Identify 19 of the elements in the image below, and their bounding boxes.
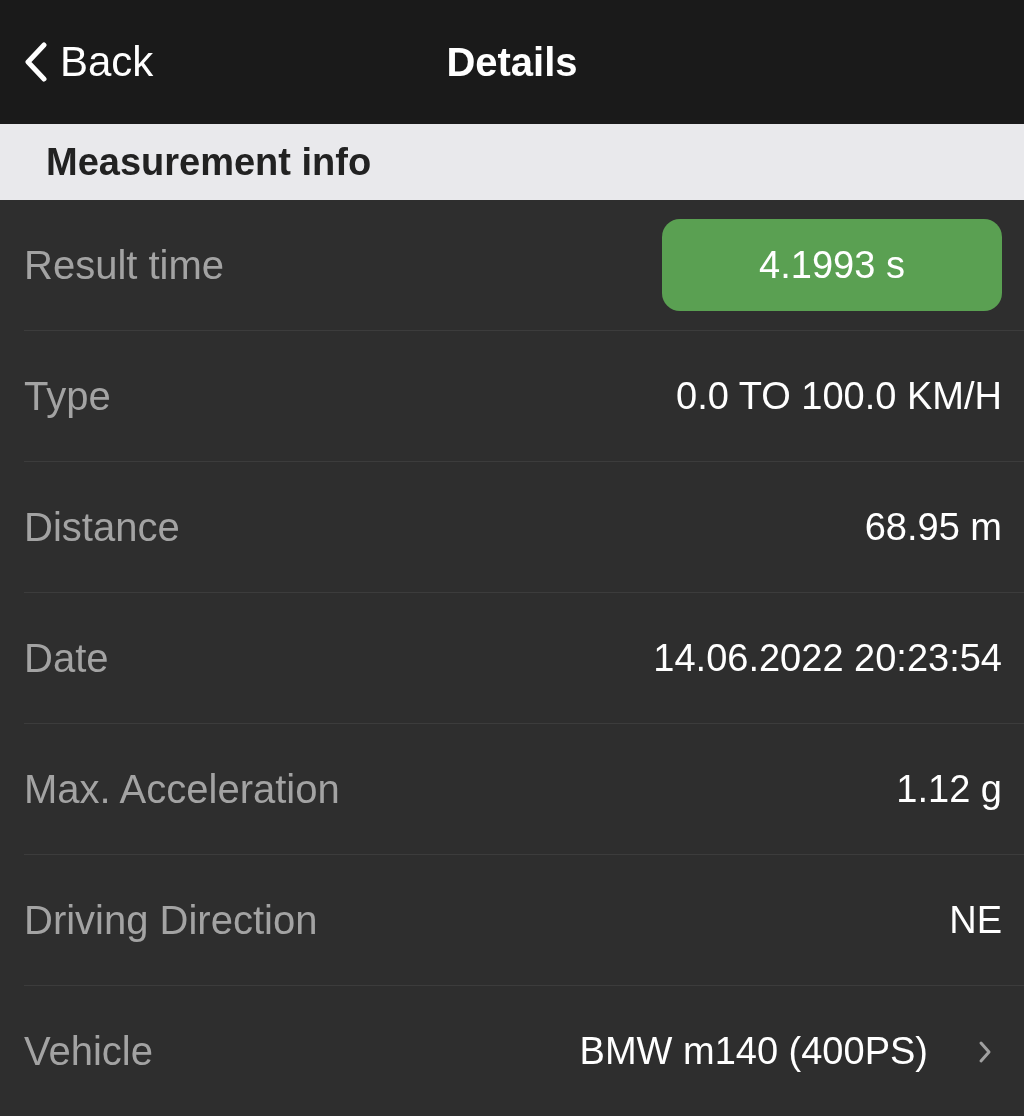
row-value: 68.95 m bbox=[864, 505, 1002, 549]
row-label: Distance bbox=[24, 504, 180, 550]
screen-title: Details bbox=[446, 39, 578, 85]
chevron-right-icon bbox=[978, 1039, 992, 1064]
chevron-left-icon bbox=[24, 42, 48, 82]
row-value: 1.12 g bbox=[896, 767, 1002, 811]
section-title: Measurement info bbox=[46, 140, 372, 184]
row-label: Max. Acceleration bbox=[24, 766, 340, 812]
row-value: 0.0 TO 100.0 KM/H bbox=[676, 374, 1002, 418]
row-value: 14.06.2022 20:23:54 bbox=[653, 636, 1002, 680]
row-label: Result time bbox=[24, 242, 225, 288]
row-value: NE bbox=[949, 898, 1002, 942]
result-badge: 4.1993 s bbox=[662, 219, 1002, 311]
row-label: Date bbox=[24, 635, 109, 681]
back-button[interactable]: Back bbox=[24, 38, 154, 86]
vehicle-link[interactable]: BMW m140 (400PS) bbox=[579, 1030, 1002, 1073]
row-label: Vehicle bbox=[24, 1029, 153, 1074]
row-label: Type bbox=[24, 373, 111, 419]
row-label: Driving Direction bbox=[24, 897, 318, 943]
